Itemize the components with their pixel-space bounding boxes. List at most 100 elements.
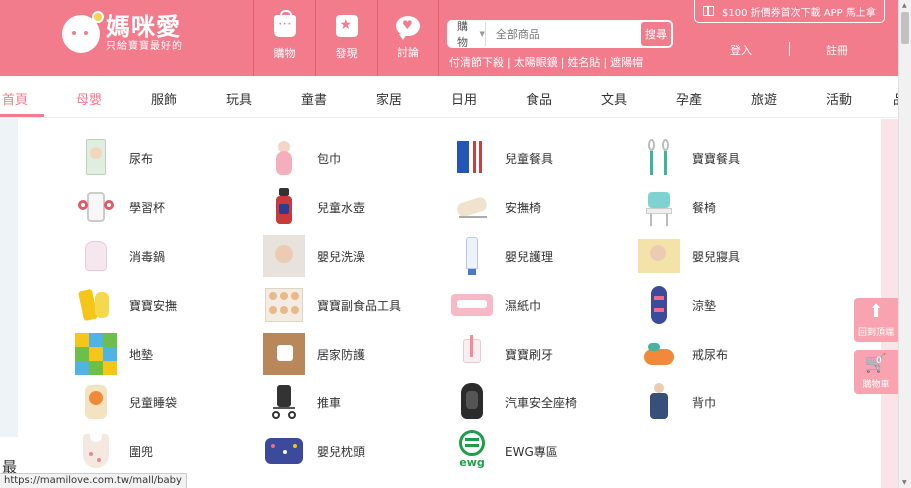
dropdown-item-label: 戒尿布 [692,347,729,362]
category-item[interactable]: 日用 [451,89,477,108]
dropdown-item-label: 尿布 [129,151,154,166]
search-category-select[interactable]: 購物 ▼ [449,20,486,49]
dropdown-item-car-seat[interactable]: 汽車安全座椅 [451,381,577,423]
dropdown-item-sippy-cup[interactable]: 學習杯 [75,186,165,228]
hot-link[interactable]: 太陽眼鏡 [514,56,558,69]
play-mat-icon [75,333,117,375]
nav-discover-label: 發現 [335,47,358,60]
dropdown-item-food-tools[interactable]: 寶寶副食品工具 [263,284,401,326]
dropdown-item-high-chair[interactable]: 餐椅 [638,186,716,228]
dropdown-item-bib[interactable]: 圍兜 [75,430,153,472]
login-link[interactable]: 登入 [730,42,752,58]
dropdown-item-label: 地墊 [129,347,154,362]
dropdown-item-water-bottle[interactable]: 兒童水壺 [263,186,365,228]
scroll-up-icon[interactable]: ▲ [902,2,907,9]
category-item[interactable]: 食品 [526,89,552,108]
dropdown-item-cool-mat[interactable]: 涼墊 [638,284,716,326]
divider [789,42,790,56]
hot-link[interactable]: 付清節下殺 [449,56,504,69]
star-icon [335,15,358,37]
lotion-tube-icon [451,235,493,277]
bedding-icon [638,235,680,277]
dropdown-item-sleeping-bag[interactable]: 兒童睡袋 [75,381,177,423]
logo-title: 媽咪愛 [106,13,181,41]
dropdown-item-bedding[interactable]: 嬰兒寢具 [638,235,740,277]
back-to-top-label: 回到頂端 [857,327,894,338]
app-promo-banner[interactable]: $100 折價券首次下載 APP 馬上拿 [694,0,885,23]
category-item[interactable]: 文具 [601,89,627,108]
potty-icon [638,333,680,375]
hot-link[interactable]: 姓名貼 [567,56,600,69]
dropdown-item-label: 濕紙巾 [505,298,542,313]
dropdown-item-diapers[interactable]: 尿布 [75,137,153,179]
category-item[interactable]: 服飾 [151,89,177,108]
nav-discover[interactable]: 發現 [315,0,377,76]
dropdown-item-wet-wipes[interactable]: 濕紙巾 [451,284,541,326]
dropdown-item-baby-pillow[interactable]: 嬰兒枕頭 [263,430,365,472]
cart-label: 購物車 [862,379,890,390]
dropdown-item-kids-tableware[interactable]: 兒童餐具 [451,137,553,179]
dropdown-item-play-mat[interactable]: 地墊 [75,333,153,375]
dropdown-item-toothbrush[interactable]: 寶寶刷牙 [451,333,553,375]
cool-mat-icon [638,284,680,326]
dropdown-item-label: 背巾 [692,395,717,410]
category-item[interactable]: 童書 [301,89,327,108]
chat-heart-icon [396,16,420,40]
toothbrush-icon [451,333,493,375]
ewg-logo-icon: ewg [451,430,493,472]
hot-link[interactable]: 遮陽帽 [610,56,643,69]
dropdown-item-potty-training[interactable]: 戒尿布 [638,333,728,375]
nav-discussion-label: 討論 [397,46,419,59]
dropdown-item-bouncer[interactable]: 安撫椅 [451,186,541,228]
category-nav: 首頁 母嬰 服飾 玩具 童書 家居 日用 食品 文具 孕產 旅遊 活動 品 [0,76,898,118]
category-item[interactable]: 孕產 [676,89,702,108]
cart-button[interactable]: 0 🛒 購物車 [854,350,898,394]
site-logo[interactable]: 媽咪愛 只給寶寶最好的 [62,10,183,53]
teether-icon [75,284,117,326]
scroll-down-icon[interactable]: ▼ [902,479,907,486]
sippy-cup-icon [75,186,117,228]
search-input[interactable] [485,22,641,46]
register-link[interactable]: 註冊 [826,42,848,58]
dropdown-item-ewg[interactable]: ewg EWG專區 [451,430,558,472]
page-scrollbar[interactable]: ▲ ▼ [898,0,911,488]
dropdown-item-baby-bath[interactable]: 嬰兒洗澡 [263,235,365,277]
category-item[interactable]: 旅遊 [751,89,777,108]
back-to-top-button[interactable]: ⬆ 回到頂端 [854,298,898,342]
dropdown-item-label: 兒童水壺 [317,200,366,215]
dropdown-item-sterilizer[interactable]: 消毒鍋 [75,235,165,277]
dropdown-item-home-safety[interactable]: 居家防護 [263,333,365,375]
stroller-icon [263,381,305,423]
nav-shopping[interactable]: 購物 [253,0,315,76]
baby-spoon-icon [638,137,680,179]
dropdown-item-baby-carrier[interactable]: 背巾 [638,381,716,423]
dropdown-item-label: 嬰兒護理 [505,249,554,264]
dropdown-item-soothing[interactable]: 寶寶安撫 [75,284,177,326]
status-bar-url: https://mamilove.com.tw/mall/baby [0,473,187,488]
category-item[interactable]: 玩具 [226,89,252,108]
dropdown-item-baby-tableware[interactable]: 寶寶餐具 [638,137,740,179]
dropdown-item-label: 嬰兒洗澡 [317,249,366,264]
diaper-pack-icon [75,137,117,179]
dropdown-item-label: 學習杯 [129,200,166,215]
dropdown-item-stroller[interactable]: 推車 [263,381,341,423]
category-item[interactable]: 活動 [826,89,852,108]
category-home[interactable]: 首頁 [2,89,28,108]
sleeping-bag-icon [75,381,117,423]
water-bottle-icon [263,186,305,228]
dropdown-item-baby-care[interactable]: 嬰兒護理 [451,235,553,277]
dropdown-item-label: 包巾 [317,151,342,166]
scroll-thumb[interactable] [901,12,909,44]
nav-discussion[interactable]: 討論 [377,0,439,76]
category-item[interactable]: 母嬰 [76,89,102,108]
dropdown-item-label: 居家防護 [317,347,366,362]
search-button[interactable]: 搜尋 [640,22,671,46]
dropdown-item-label: 嬰兒寢具 [692,249,741,264]
top-header: 媽咪愛 只給寶寶最好的 購物 發現 討論 購物 ▼ 搜尋 付清節下殺|太陽眼鏡|… [0,0,898,76]
category-item[interactable]: 家居 [376,89,402,108]
background-banner-left [0,119,18,437]
dropdown-item-label: 消毒鍋 [129,249,166,264]
pillow-icon [263,430,305,472]
dropdown-item-swaddle[interactable]: 包巾 [263,137,341,179]
category-item[interactable]: 品 [893,89,898,108]
